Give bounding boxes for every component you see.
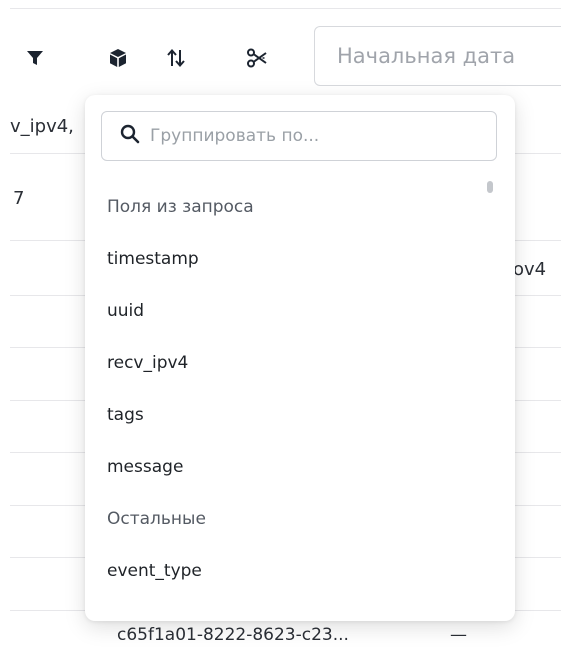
group-by-search-input[interactable] bbox=[148, 125, 482, 147]
search-icon bbox=[120, 124, 140, 148]
sort-icon[interactable] bbox=[156, 38, 196, 78]
option-uuid[interactable]: uuid bbox=[107, 285, 475, 337]
option-tags[interactable]: tags bbox=[107, 389, 475, 441]
group-by-search[interactable] bbox=[101, 111, 497, 161]
table-header-fragment: v_ipv4, bbox=[10, 116, 74, 137]
filter-icon[interactable] bbox=[15, 38, 55, 78]
cube-icon[interactable] bbox=[98, 38, 138, 78]
table-cell-id: c65f1a01-8222-8623-c23... bbox=[117, 625, 349, 645]
option-recv-ipv4[interactable]: recv_ipv4 bbox=[107, 337, 475, 389]
group-by-dropdown: Поля из запроса timestamp uuid recv_ipv4… bbox=[85, 95, 515, 621]
popup-scrollbar[interactable] bbox=[487, 181, 493, 193]
section-other: Остальные bbox=[107, 509, 206, 529]
column-header-fragment: ov4 bbox=[513, 259, 547, 280]
option-timestamp[interactable]: timestamp bbox=[107, 233, 475, 285]
group-by-options: Поля из запроса timestamp uuid recv_ipv4… bbox=[107, 181, 475, 597]
option-event-type[interactable]: event_type bbox=[107, 545, 475, 597]
table-cell-empty: — bbox=[450, 625, 467, 645]
start-date-input[interactable] bbox=[314, 26, 561, 86]
section-query-fields: Поля из запроса bbox=[107, 197, 254, 217]
option-message[interactable]: message bbox=[107, 441, 475, 493]
table-count-fragment: 7 bbox=[13, 188, 25, 209]
top-divider bbox=[10, 8, 561, 9]
scissors-icon[interactable] bbox=[237, 38, 277, 78]
